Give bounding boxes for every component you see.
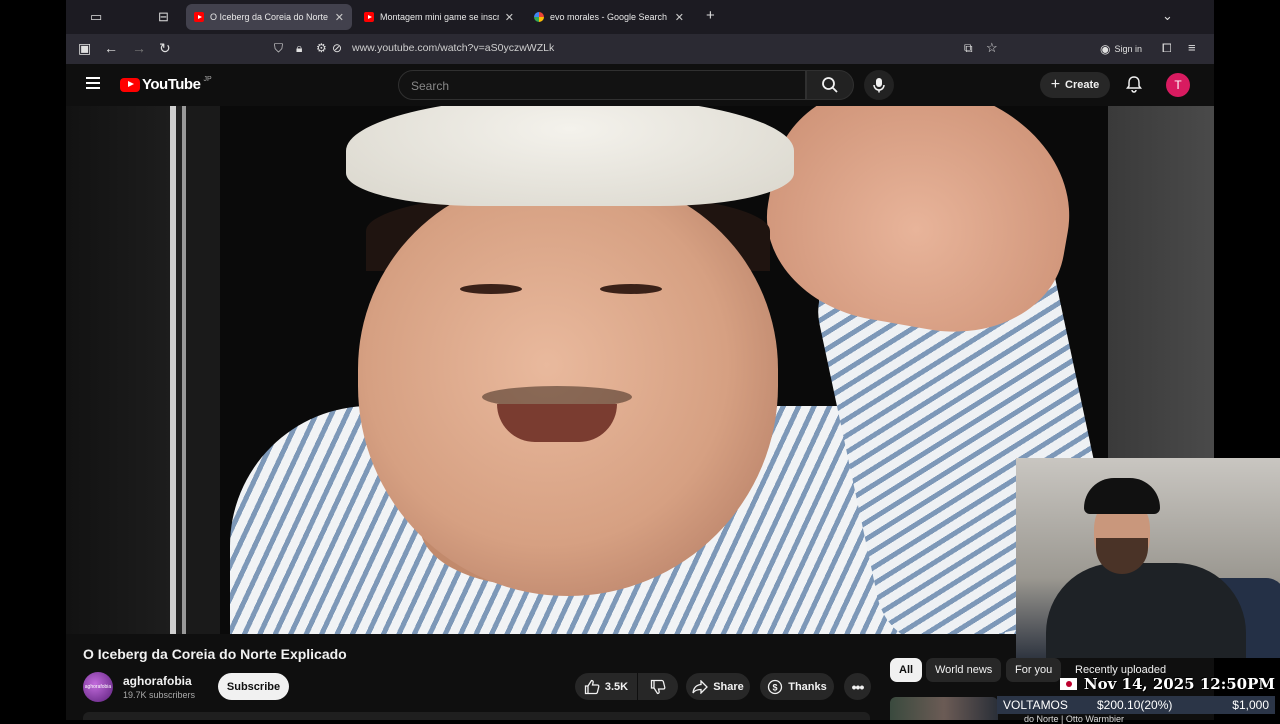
notifications-bell-icon[interactable] xyxy=(1126,75,1142,93)
forward-arrow-icon[interactable]: → xyxy=(132,40,146,56)
menu-icon[interactable]: ≡ xyxy=(1188,40,1196,55)
description-box[interactable] xyxy=(83,712,870,720)
thanks-label: Thanks xyxy=(788,680,827,693)
webcam-overlay xyxy=(1016,458,1280,658)
tab-title: Montagem mini game se inscreva xyxy=(380,12,499,22)
recommended-video-thumbnail[interactable] xyxy=(890,697,998,720)
sign-in-button[interactable]: ◉ Sign in xyxy=(1100,42,1142,56)
youtube-icon xyxy=(364,12,374,22)
close-icon[interactable]: ✕ xyxy=(335,11,344,24)
account-icon: ◉ xyxy=(1100,42,1111,56)
ticker-amount: $200.10(20%) xyxy=(1097,698,1173,712)
navigation-bar: ▣ ← → ↻ ⛉ 🔒︎ ⚙ ⊘ www.youtube.com/watch?v… xyxy=(66,34,1214,64)
thumbs-up-icon xyxy=(584,679,600,694)
streamer-body xyxy=(1046,563,1246,658)
create-label: Create xyxy=(1065,79,1100,91)
share-label: Share xyxy=(713,680,744,693)
close-icon[interactable]: ✕ xyxy=(505,11,514,24)
japan-flag-icon xyxy=(1060,678,1077,690)
url-bar[interactable]: www.youtube.com/watch?v=aS0yczwWZLk xyxy=(352,42,554,54)
svg-text:$: $ xyxy=(773,682,778,692)
bookmark-star-icon[interactable]: ☆ xyxy=(986,40,998,56)
shield-icon[interactable]: ⛉ xyxy=(274,41,283,56)
region-code: JP xyxy=(203,76,212,83)
more-actions-button[interactable]: ••• xyxy=(844,673,871,700)
tab-google-search[interactable]: evo morales - Google Search ✕ xyxy=(526,4,692,30)
youtube-play-icon xyxy=(120,77,140,92)
voice-search-button[interactable] xyxy=(864,70,894,100)
chevron-down-icon[interactable]: ⌄ xyxy=(1162,8,1173,24)
share-arrow-icon xyxy=(692,679,709,694)
thanks-button[interactable]: $ Thanks xyxy=(760,673,834,700)
like-count: 3.5K xyxy=(604,680,629,693)
youtube-header: YouTube JP Search + Create T xyxy=(66,64,1214,106)
tab-youtube-iceberg[interactable]: O Iceberg da Coreia do Norte Explicado ✕ xyxy=(186,4,352,30)
create-button[interactable]: + Create xyxy=(1040,72,1110,98)
permissions-icon[interactable]: ⚙ xyxy=(316,41,327,55)
video-letterbox-left xyxy=(66,106,170,634)
ticker-label: VOLTAMOS xyxy=(1003,698,1068,712)
picture-in-picture-icon[interactable]: ⧉ xyxy=(964,41,973,56)
user-avatar[interactable]: T xyxy=(1166,73,1190,97)
right-eye xyxy=(600,284,662,294)
date-time-text: Nov 14, 2025 12:50PM xyxy=(1083,675,1275,693)
dislike-button[interactable] xyxy=(638,673,678,700)
reload-icon[interactable]: ↻ xyxy=(159,40,171,57)
lock-icon[interactable]: 🔒︎ xyxy=(296,41,302,56)
youtube-logo[interactable]: YouTube JP xyxy=(120,76,212,93)
logo-text: YouTube xyxy=(142,76,201,93)
close-icon[interactable]: ✕ xyxy=(675,11,684,24)
background-pole xyxy=(170,106,220,634)
chip-for-you[interactable]: For you xyxy=(1006,658,1062,682)
like-button[interactable]: 3.5K xyxy=(575,673,637,700)
tab-title: evo morales - Google Search xyxy=(550,12,668,22)
back-arrow-icon[interactable]: ← xyxy=(104,40,118,56)
super-thanks-icon: $ xyxy=(768,679,783,694)
ticker-goal: $1,000 xyxy=(1232,698,1269,712)
chip-world-news[interactable]: World news xyxy=(926,658,1002,682)
hamburger-menu-icon[interactable] xyxy=(86,77,100,89)
audio-muted-icon[interactable]: ⊘ xyxy=(332,41,342,55)
microphone-icon xyxy=(873,78,885,93)
date-overlay: Nov 14, 2025 12:50PM xyxy=(1060,672,1275,696)
new-tab-icon[interactable]: + xyxy=(706,7,715,24)
search-icon xyxy=(822,77,838,93)
tab-title: O Iceberg da Coreia do Norte Explicado xyxy=(210,12,329,22)
tab-strip: ▭ ⊟ O Iceberg da Coreia do Norte Explica… xyxy=(66,0,1214,34)
chip-all[interactable]: All xyxy=(890,658,923,682)
youtube-icon xyxy=(194,12,204,22)
plus-icon: + xyxy=(1050,76,1061,93)
tab-overview-icon[interactable]: ⊟ xyxy=(158,9,169,25)
extensions-icon[interactable]: ⧠ xyxy=(1162,41,1172,56)
search-input[interactable]: Search xyxy=(398,70,806,100)
search-button[interactable] xyxy=(806,70,854,100)
white-cap xyxy=(346,106,794,206)
donation-goal-ticker: VOLTAMOS $200.10(20%) $1,000 xyxy=(997,696,1275,714)
sidebar-icon[interactable]: ▣ xyxy=(78,40,91,57)
subscribe-button[interactable]: Subscribe xyxy=(218,673,289,700)
recommended-video-title[interactable]: do Norte | Otto Warmbier xyxy=(1024,714,1124,724)
subscriber-count: 19.7K subscribers xyxy=(123,690,196,700)
channel-name[interactable]: aghorafobia xyxy=(123,674,192,688)
video-frame xyxy=(170,106,1108,634)
channel-avatar[interactable]: aghorafobia xyxy=(83,672,113,702)
streamer-cap xyxy=(1084,478,1160,514)
more-horizontal-icon: ••• xyxy=(851,678,865,695)
sign-in-label: Sign in xyxy=(1114,44,1143,54)
sidebar-toggle-icon[interactable]: ▭ xyxy=(90,9,102,25)
left-eye xyxy=(460,284,522,294)
video-title: O Iceberg da Coreia do Norte Explicado xyxy=(83,646,347,662)
share-button[interactable]: Share xyxy=(686,673,750,700)
mouth xyxy=(497,404,617,442)
thumbs-down-icon xyxy=(650,679,666,694)
google-icon xyxy=(534,12,544,22)
tab-youtube-montagem[interactable]: Montagem mini game se inscreva ✕ xyxy=(356,4,522,30)
